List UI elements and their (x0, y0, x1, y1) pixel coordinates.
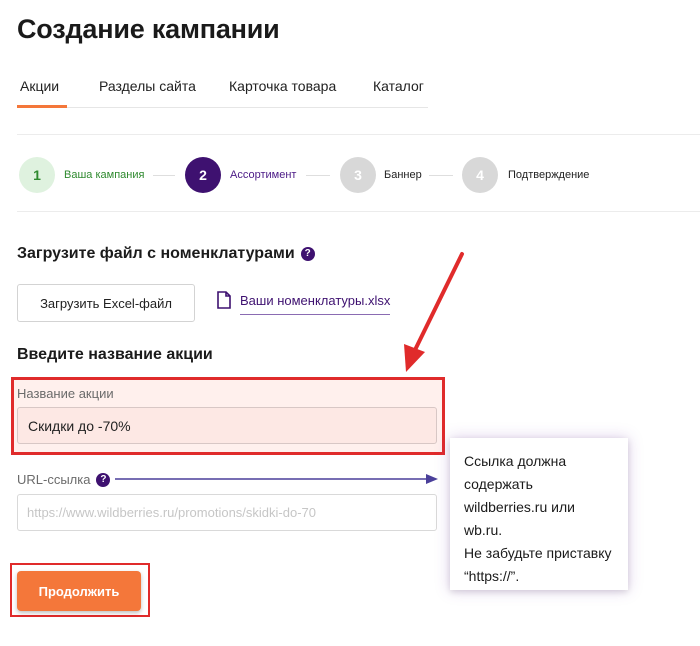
upload-excel-button[interactable]: Загрузить Excel-файл (17, 284, 195, 322)
tab-promotions[interactable]: Акции (20, 78, 59, 94)
tooltip-line: Ссылка должна (464, 453, 567, 469)
step-2-label: Ассортимент (230, 169, 297, 181)
tab-catalog[interactable]: Каталог (373, 78, 424, 94)
divider (17, 211, 700, 212)
step-connector (153, 175, 175, 176)
help-icon[interactable]: ? (300, 246, 315, 261)
tooltip-line: Не забудьте приставку (464, 545, 612, 561)
red-arrowhead-icon (404, 344, 425, 372)
step-1-label: Ваша кампания (64, 169, 145, 181)
url-hint-tooltip: Ссылка должна содержать wildberries.ru и… (450, 438, 628, 590)
promo-name-label: Название акции (17, 386, 114, 401)
step-4-label: Подтверждение (508, 169, 590, 181)
tooltip-line: содержать (464, 476, 533, 492)
stepper: 1 Ваша кампания 2 Ассортимент 3 Баннер 4… (17, 157, 700, 193)
purple-arrowhead-icon (426, 474, 438, 484)
continue-button[interactable]: Продолжить (17, 571, 141, 611)
step-connector (306, 175, 330, 176)
tooltip-line: wildberries.ru или (464, 499, 575, 515)
help-icon[interactable]: ? (96, 472, 111, 487)
upload-section-title-text: Загрузите файл с номенклатурами (17, 245, 295, 262)
step-4-number[interactable]: 4 (462, 157, 498, 193)
name-section-title: Введите название акции (17, 346, 213, 363)
promo-name-input[interactable]: Скидки до -70% (17, 407, 437, 444)
url-label-text: URL-ссылка (17, 472, 91, 487)
red-arrow-icon (412, 252, 464, 354)
step-connector (429, 175, 453, 176)
url-label: URL-ссылка? (17, 472, 111, 487)
upload-section-title: Загрузите файл с номенклатурами? (17, 245, 315, 263)
file-download-link[interactable]: Ваши номенклатуры.xlsx (216, 291, 391, 315)
tab-bar: Акции Разделы сайта Карточка товара Ката… (17, 78, 428, 108)
tab-site-sections[interactable]: Разделы сайта (99, 78, 196, 94)
step-3-label: Баннер (384, 169, 422, 181)
tab-product-card[interactable]: Карточка товара (229, 78, 336, 94)
tooltip-line: “https://”. (464, 568, 520, 584)
file-link-text: Ваши номенклатуры.xlsx (240, 293, 391, 315)
url-input[interactable]: https://www.wildberries.ru/promotions/sk… (17, 494, 437, 531)
page-title: Создание кампании (17, 14, 280, 44)
step-2-number[interactable]: 2 (185, 157, 221, 193)
active-tab-indicator (17, 105, 67, 108)
tooltip-line: wb.ru. (464, 522, 503, 538)
file-icon (217, 291, 231, 309)
step-1-number[interactable]: 1 (19, 157, 55, 193)
divider (17, 134, 700, 135)
step-3-number[interactable]: 3 (340, 157, 376, 193)
